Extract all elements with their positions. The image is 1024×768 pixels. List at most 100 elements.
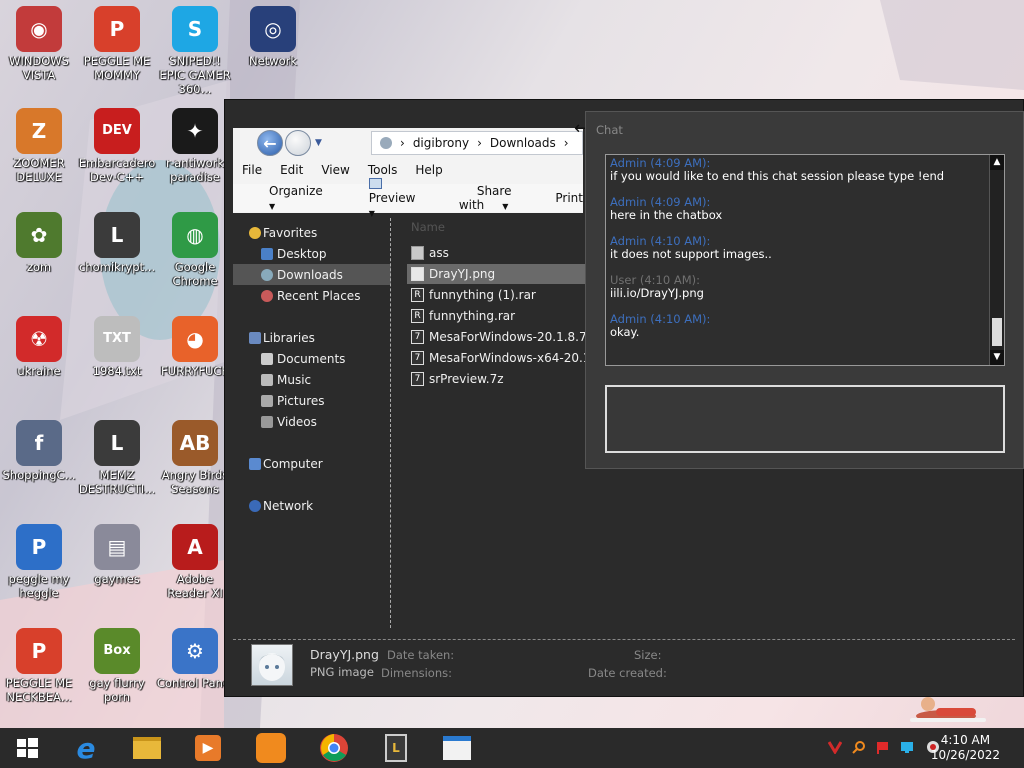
- desktop-icon-control-panel[interactable]: ⚙ Control Panel: [156, 628, 234, 690]
- print-button[interactable]: Print: [555, 191, 583, 205]
- file-name: funnything.rar: [429, 309, 516, 323]
- nav-libraries[interactable]: Libraries: [233, 327, 391, 348]
- desktop-icon-network-desktop[interactable]: ◎ Network: [234, 6, 312, 68]
- nav-music[interactable]: Music: [233, 369, 391, 390]
- start-button[interactable]: [10, 732, 44, 764]
- folder-file-icon: [411, 246, 424, 260]
- r-antiwork-paradise-icon: ✦: [172, 108, 218, 154]
- desktop-icon-memz-destruct[interactable]: L MEMZ DESTRUCTI...: [78, 420, 156, 496]
- zom-icon: ✿: [16, 212, 62, 258]
- desktop-icon-label: Angry Birds Seasons: [161, 468, 229, 496]
- rar-file-icon: R: [411, 309, 424, 323]
- nav-label: Downloads: [277, 267, 343, 282]
- scroll-thumb[interactable]: [992, 318, 1002, 346]
- tray-display-icon[interactable]: [900, 740, 914, 754]
- back-button[interactable]: ←: [257, 130, 283, 156]
- taskbar-notepad[interactable]: [440, 732, 474, 764]
- computer-icon: [249, 457, 261, 470]
- file-thumbnail: [251, 644, 293, 686]
- desktop-icon-zom[interactable]: ✿ zom: [0, 212, 78, 274]
- desktop-icon-sniped-epic-gamer[interactable]: S SNIPED!! EPIC GAMER 360...: [156, 6, 234, 96]
- taskbar-file-explorer[interactable]: [130, 732, 164, 764]
- desktop-icon-furryfuck[interactable]: ◕ FURRYFUCK: [156, 316, 234, 378]
- chat-input[interactable]: [605, 385, 1005, 453]
- angry-birds-seasons-icon: AB: [172, 420, 218, 466]
- file-name: MesaForWindows-20.1.8.7z: [429, 330, 585, 344]
- menu-edit[interactable]: Edit: [271, 160, 312, 182]
- desktop-icon-embarcadero-devcpp[interactable]: DEV Embarcadero Dev-C++: [78, 108, 156, 184]
- desktop-icon-1984-txt[interactable]: TXT 1984.txt: [78, 316, 156, 378]
- file-row[interactable]: ass: [407, 243, 585, 263]
- desktop-icon-adobe-reader[interactable]: A Adobe Reader XI: [156, 524, 234, 600]
- desktop-icon-peggle-me-mommy[interactable]: P PEGGLE ME MOMMY: [78, 6, 156, 82]
- nav-documents[interactable]: Documents: [233, 348, 391, 369]
- 7z-file-icon: 7: [411, 351, 424, 365]
- organize-label: Organize: [269, 184, 323, 198]
- file-row[interactable]: Rfunnything (1).rar: [407, 285, 585, 305]
- taskbar-media-player[interactable]: ▶: [191, 732, 225, 764]
- file-row[interactable]: DrayYJ.png: [407, 264, 585, 284]
- tray-clock[interactable]: 4:10 AM 10/26/2022: [931, 733, 1000, 763]
- downloads-icon: [261, 268, 273, 281]
- file-row[interactable]: 7 srPreview.7z: [407, 369, 585, 389]
- desktop-icon-label: ShoppingC...: [2, 468, 76, 482]
- column-header-name[interactable]: Name: [411, 220, 445, 234]
- breadcrumb-downloads[interactable]: Downloads: [490, 136, 556, 150]
- desktop-icon-google-chrome[interactable]: ◍ Google Chrome: [156, 212, 234, 288]
- pane-divider[interactable]: [390, 218, 391, 628]
- chat-scrollbar[interactable]: ▲ ▼: [989, 155, 1004, 365]
- menu-file[interactable]: File: [233, 160, 271, 182]
- chomikrypt-icon: L: [94, 212, 140, 258]
- tray-search-icon[interactable]: [852, 740, 866, 754]
- nav-favorites[interactable]: Favorites: [233, 222, 391, 243]
- taskbar-internet-explorer[interactable]: e: [69, 731, 103, 765]
- desktop-icon-windows-vista[interactable]: ◉ WINDOWS VISTA: [0, 6, 78, 82]
- taskbar-chrome[interactable]: [317, 732, 351, 764]
- taskbar: e ▶ L 4:10 AM 10/26/2022: [0, 728, 1024, 768]
- desktop-icon-gaymes[interactable]: ▤ gaymes: [78, 524, 156, 586]
- tray-flag-icon[interactable]: [876, 740, 890, 754]
- desktop-icon-gay-flurry-porn[interactable]: Box gay flurry porn: [78, 628, 156, 704]
- chat-log[interactable]: Admin (4:09 AM): if you would like to end…: [605, 154, 1005, 366]
- desktop-icon-ukraine[interactable]: ☢ ukraine: [0, 316, 78, 378]
- command-bar: Organize ▼ Preview ▼ Share with ▼ Print: [233, 178, 583, 218]
- organize-button[interactable]: Organize ▼: [251, 184, 323, 212]
- desktop-icon-zoomer-deluxe[interactable]: Z ZOOMER DELUXE: [0, 108, 78, 184]
- forward-button[interactable]: [285, 130, 311, 156]
- file-row[interactable]: 7 MesaForWindows-20.1.8.7z: [407, 327, 585, 347]
- nav-recent-places[interactable]: Recent Places: [233, 285, 391, 306]
- file-row[interactable]: Rfunnything.rar: [407, 306, 585, 326]
- file-row[interactable]: 7 MesaForWindows-x64-20.1.8.: [407, 348, 585, 368]
- scroll-up-icon[interactable]: ▲: [990, 155, 1004, 170]
- history-dropdown-icon[interactable]: ▼: [315, 138, 322, 148]
- desktop-icon-peggle-my-heggle[interactable]: Ppeggle my heggle: [0, 524, 78, 600]
- nav-desktop[interactable]: Desktop: [233, 243, 391, 264]
- nav-computer[interactable]: Computer: [233, 453, 391, 474]
- chat-window[interactable]: Chat Admin (4:09 AM): if you would like t…: [585, 111, 1024, 469]
- desktop-icon-r-antiwork-paradise[interactable]: ✦ r-antiwork paradise: [156, 108, 234, 184]
- taskbar-app-l[interactable]: L: [379, 732, 413, 764]
- control-panel-icon: ⚙: [172, 628, 218, 674]
- nav-label: Videos: [277, 414, 317, 429]
- desktop-icon-shoppingc[interactable]: f ShoppingC...: [0, 420, 78, 482]
- chat-message-text: iili.io/DrayYJ.png: [610, 286, 704, 300]
- breadcrumb-separator-icon: ›: [477, 136, 482, 150]
- address-bar[interactable]: › digibrony › Downloads ›: [371, 131, 583, 155]
- preview-button[interactable]: Preview ▼: [351, 177, 431, 219]
- details-filename: DrayYJ.png: [310, 647, 379, 662]
- internet-explorer-icon: e: [76, 731, 96, 765]
- network-icon: [249, 499, 261, 512]
- nav-network[interactable]: Network: [233, 495, 391, 516]
- nav-downloads[interactable]: Downloads: [233, 264, 391, 285]
- share-with-button[interactable]: Share with ▼: [459, 184, 528, 212]
- file-name: DrayYJ.png: [429, 267, 496, 281]
- scroll-down-icon[interactable]: ▼: [990, 350, 1004, 365]
- tray-antivirus-icon[interactable]: [828, 740, 842, 754]
- desktop-icon-peggle-me-neckbea[interactable]: P PEGGLE ME NECKBEA...: [0, 628, 78, 704]
- nav-videos[interactable]: Videos: [233, 411, 391, 432]
- desktop-icon-chomikrypt[interactable]: Lchomikrypt...: [78, 212, 156, 274]
- nav-pictures[interactable]: Pictures: [233, 390, 391, 411]
- taskbar-uc-browser[interactable]: [254, 732, 288, 764]
- breadcrumb-digibrony[interactable]: digibrony: [413, 136, 469, 150]
- desktop-icon-angry-birds-seasons[interactable]: AB Angry Birds Seasons: [156, 420, 234, 496]
